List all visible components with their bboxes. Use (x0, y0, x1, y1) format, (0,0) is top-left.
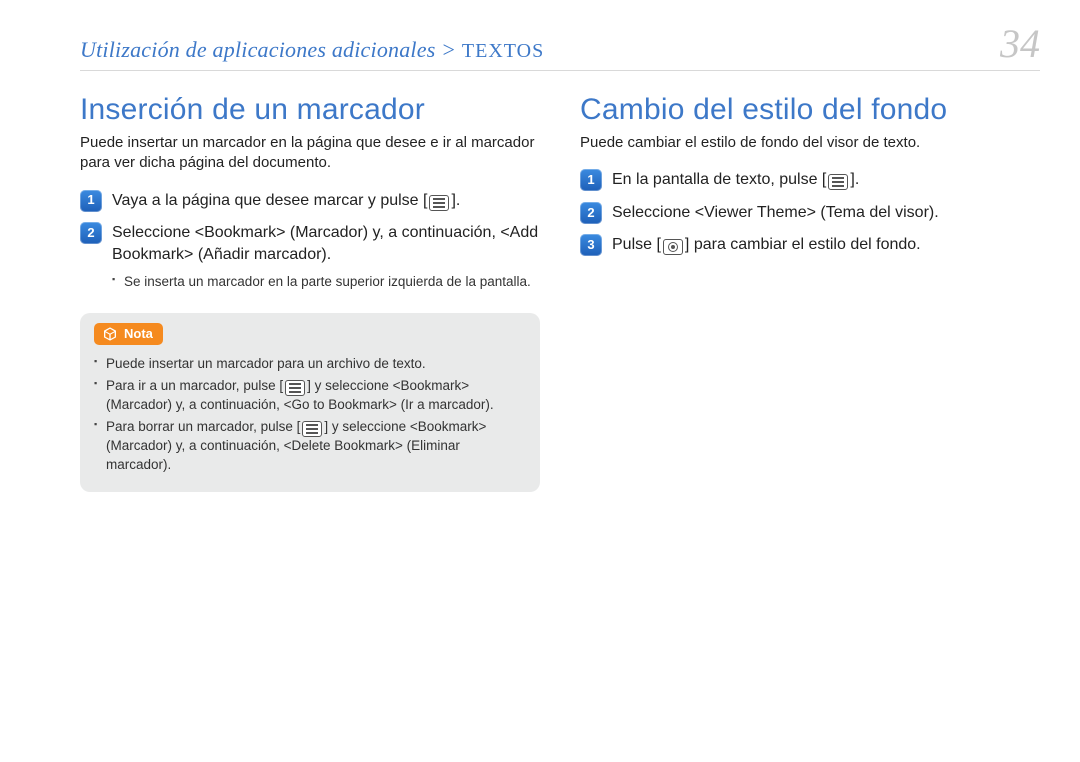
step-badge-1: 1 (580, 169, 602, 191)
note-badge: Nota (94, 323, 163, 345)
r-step3-post: ] para cambiar el estilo del fondo. (685, 236, 921, 253)
select-dot-icon (663, 239, 683, 255)
left-steps: 1 Vaya a la página que desee marcar y pu… (80, 190, 540, 267)
note-item-3: Para borrar un marcador, pulse [] y sele… (94, 418, 526, 473)
right-steps: 1 En la pantalla de texto, pulse []. 2 S… (580, 169, 1040, 256)
menu-icon (285, 380, 305, 396)
note-label-text: Nota (124, 326, 153, 341)
step-badge-2: 2 (80, 222, 102, 244)
note-cube-icon (102, 326, 118, 342)
menu-icon (302, 421, 322, 437)
step-badge-2: 2 (580, 202, 602, 224)
r-step1-pre: En la pantalla de texto, pulse [ (612, 171, 826, 188)
left-subbullets: Se inserta un marcador en la parte super… (112, 273, 540, 291)
page-header: Utilización de aplicaciones adicionales … (80, 24, 1040, 71)
menu-icon (429, 195, 449, 211)
breadcrumb: Utilización de aplicaciones adicionales … (80, 37, 544, 63)
right-heading: Cambio del estilo del fondo (580, 93, 1040, 127)
left-step1-post: ]. (451, 192, 460, 209)
left-step-2: 2 Seleccione <Bookmark> (Marcador) y, a … (80, 222, 540, 267)
left-column: Inserción de un marcador Puede insertar … (80, 87, 540, 492)
note-item-2: Para ir a un marcador, pulse [] y selecc… (94, 377, 526, 414)
menu-icon (828, 174, 848, 190)
note2-pre: Para ir a un marcador, pulse [ (106, 378, 283, 393)
breadcrumb-sub: TEXTOS (462, 40, 544, 62)
note3-pre: Para borrar un marcador, pulse [ (106, 419, 300, 434)
left-sub1: Se inserta un marcador en la parte super… (112, 273, 540, 291)
breadcrumb-main: Utilización de aplicaciones adicionales … (80, 37, 456, 62)
right-intro: Puede cambiar el estilo de fondo del vis… (580, 133, 1040, 153)
r-step2-text: Seleccione <Viewer Theme> (Tema del viso… (612, 202, 1040, 224)
document-page: Utilización de aplicaciones adicionales … (0, 0, 1080, 762)
step-badge-1: 1 (80, 190, 102, 212)
r-step1-post: ]. (850, 171, 859, 188)
right-step-1: 1 En la pantalla de texto, pulse []. (580, 169, 1040, 191)
note-item-1: Puede insertar un marcador para un archi… (94, 355, 526, 373)
note-list: Puede insertar un marcador para un archi… (94, 355, 526, 474)
page-number: 34 (1000, 24, 1040, 64)
note-box: Nota Puede insertar un marcador para un … (80, 313, 540, 492)
r-step3-pre: Pulse [ (612, 236, 661, 253)
left-step-1: 1 Vaya a la página que desee marcar y pu… (80, 190, 540, 212)
step-badge-3: 3 (580, 234, 602, 256)
left-step1-pre: Vaya a la página que desee marcar y puls… (112, 192, 427, 209)
right-step-3: 3 Pulse [ ] para cambiar el estilo del fo… (580, 234, 1040, 256)
right-column: Cambio del estilo del fondo Puede cambia… (580, 87, 1040, 492)
left-intro: Puede insertar un marcador en la página … (80, 133, 540, 174)
left-step2-text: Seleccione <Bookmark> (Marcador) y, a co… (112, 222, 540, 267)
right-step-2: 2 Seleccione <Viewer Theme> (Tema del vi… (580, 202, 1040, 224)
left-heading: Inserción de un marcador (80, 93, 540, 127)
